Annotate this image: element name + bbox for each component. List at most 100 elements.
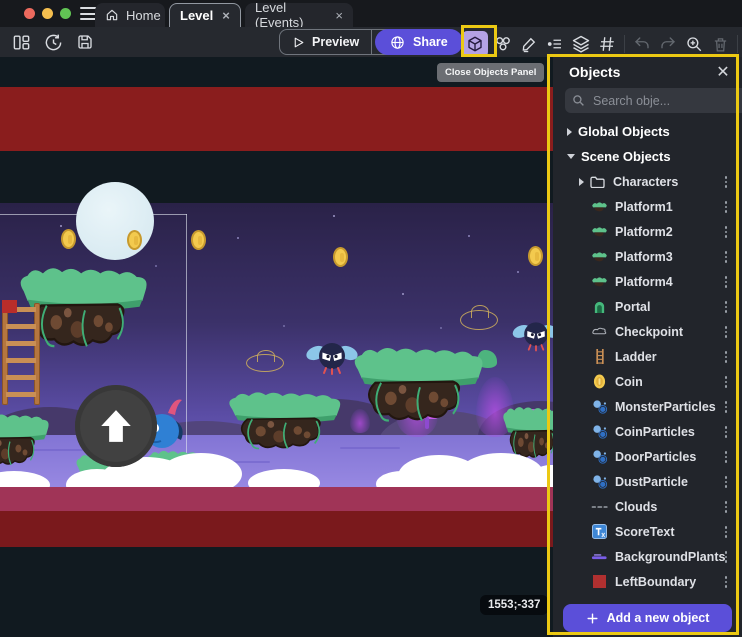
object-item-Characters[interactable]: Characters — [553, 169, 742, 194]
layers-icon[interactable] — [570, 33, 592, 55]
object-groups-icon[interactable] — [492, 33, 514, 55]
search-icon — [572, 94, 585, 107]
object-item-MonsterParticles[interactable]: MonsterParticles — [553, 394, 742, 419]
sprite-flying-monster[interactable] — [512, 316, 553, 356]
plants-line-icon — [591, 549, 608, 565]
sprite-platform[interactable] — [352, 345, 488, 425]
version-history-icon[interactable] — [42, 31, 64, 53]
platform-icon — [591, 199, 608, 215]
object-menu-icon[interactable] — [720, 275, 732, 289]
object-item-label: ScoreText — [615, 525, 675, 539]
object-item-label: Platform4 — [615, 275, 673, 289]
tab-level-events-close-icon[interactable]: × — [335, 9, 343, 22]
sprite-top-boundary[interactable] — [0, 87, 553, 151]
tab-level[interactable]: Level × — [169, 3, 241, 27]
object-menu-icon[interactable] — [720, 225, 732, 239]
object-menu-icon[interactable] — [720, 300, 732, 314]
object-menu-icon[interactable] — [720, 575, 732, 589]
save-icon[interactable] — [74, 31, 96, 53]
sprite-coin[interactable] — [61, 229, 76, 249]
expander-icon[interactable] — [567, 128, 572, 136]
scene-editor-canvas[interactable]: 1553;-337 — [0, 57, 553, 637]
object-menu-icon[interactable] — [720, 400, 732, 414]
object-search-input[interactable] — [591, 93, 742, 109]
window-zoom-button[interactable] — [60, 8, 71, 19]
redo-icon[interactable] — [657, 33, 679, 55]
sprite-platform[interactable] — [227, 390, 345, 452]
window-minimize-button[interactable] — [42, 8, 53, 19]
object-menu-icon[interactable] — [720, 350, 732, 364]
object-menu-icon[interactable] — [720, 450, 732, 464]
sprite-left-boundary-block[interactable] — [2, 300, 17, 313]
object-item-label: Platform3 — [615, 250, 673, 264]
group-scene-objects[interactable]: Scene Objects — [553, 144, 742, 169]
sprite-coin[interactable] — [528, 246, 543, 266]
undo-icon[interactable] — [631, 33, 653, 55]
object-item-DoorParticles[interactable]: DoorParticles — [553, 444, 742, 469]
object-item-Ladder[interactable]: Ladder — [553, 344, 742, 369]
platform-icon — [591, 274, 608, 290]
group-global-objects[interactable]: Global Objects — [553, 119, 742, 144]
object-item-LeftBoundary[interactable]: LeftBoundary — [553, 569, 742, 594]
jump-button-overlay[interactable] — [75, 385, 157, 467]
object-item-label: LeftBoundary — [615, 575, 696, 589]
object-item-BackgroundPlants[interactable]: BackgroundPlants — [553, 544, 742, 569]
sprite-coin[interactable] — [191, 230, 206, 250]
object-menu-icon[interactable] — [720, 375, 732, 389]
objects-panel-toggle-icon[interactable] — [462, 31, 488, 57]
sprite-ladder[interactable] — [2, 303, 40, 405]
object-item-CoinParticles[interactable]: CoinParticles — [553, 419, 742, 444]
checkpoint-icon — [591, 324, 608, 340]
tab-level-events-label: Level (Events) — [255, 0, 326, 30]
object-menu-icon[interactable] — [720, 175, 732, 189]
tab-level-events[interactable]: Level (Events) × — [245, 3, 353, 27]
sprite-ground-band[interactable] — [0, 487, 553, 511]
object-item-Checkpoint[interactable]: Checkpoint — [553, 319, 742, 344]
sprite-bottom-boundary[interactable] — [0, 511, 553, 547]
object-item-ScoreText[interactable]: ScoreText — [553, 519, 742, 544]
object-search-box[interactable] — [565, 88, 742, 113]
share-button[interactable]: Share — [375, 29, 463, 55]
objects-panel-close-icon[interactable]: ✕ — [712, 61, 734, 83]
object-item-Platform2[interactable]: Platform2 — [553, 219, 742, 244]
object-item-Platform1[interactable]: Platform1 — [553, 194, 742, 219]
object-menu-icon[interactable] — [720, 325, 732, 339]
expander-icon[interactable] — [579, 178, 584, 186]
instances-list-icon[interactable] — [544, 33, 566, 55]
delete-icon[interactable] — [709, 33, 731, 55]
object-menu-icon[interactable] — [720, 550, 732, 564]
group-label: Scene Objects — [581, 149, 671, 164]
sprite-coin[interactable] — [127, 230, 142, 250]
camera-frame-line — [186, 214, 187, 486]
tab-home[interactable]: Home — [95, 3, 165, 27]
object-item-Coin[interactable]: Coin — [553, 369, 742, 394]
sprite-moon[interactable] — [76, 182, 154, 260]
tab-level-close-icon[interactable]: × — [222, 9, 230, 22]
object-item-Portal[interactable]: Portal — [553, 294, 742, 319]
expander-icon[interactable] — [567, 154, 575, 159]
object-menu-icon[interactable] — [720, 425, 732, 439]
object-menu-icon[interactable] — [720, 500, 732, 514]
object-item-DustParticle[interactable]: DustParticle — [553, 469, 742, 494]
object-menu-icon[interactable] — [720, 250, 732, 264]
object-item-label: MonsterParticles — [615, 400, 716, 414]
sprite-platform[interactable] — [0, 412, 52, 468]
object-item-Clouds[interactable]: Clouds — [553, 494, 742, 519]
add-new-object-button[interactable]: Add a new object — [563, 604, 732, 632]
object-menu-icon[interactable] — [720, 525, 732, 539]
zoom-in-icon[interactable] — [683, 33, 705, 55]
titlebar: Home Level × Level (Events) × — [0, 0, 742, 27]
window-close-button[interactable] — [24, 8, 35, 19]
object-item-Platform4[interactable]: Platform4 — [553, 269, 742, 294]
object-menu-icon[interactable] — [720, 475, 732, 489]
sprite-flying-monster[interactable] — [306, 336, 358, 380]
project-manager-icon[interactable] — [10, 31, 32, 53]
sprite-coin[interactable] — [333, 247, 348, 267]
object-item-label: Characters — [613, 175, 678, 189]
preview-button[interactable]: Preview — [280, 35, 371, 49]
object-item-Platform3[interactable]: Platform3 — [553, 244, 742, 269]
grid-icon[interactable] — [596, 33, 618, 55]
object-menu-icon[interactable] — [720, 200, 732, 214]
arrow-up-icon — [98, 407, 134, 445]
edit-pencil-icon[interactable] — [518, 33, 540, 55]
